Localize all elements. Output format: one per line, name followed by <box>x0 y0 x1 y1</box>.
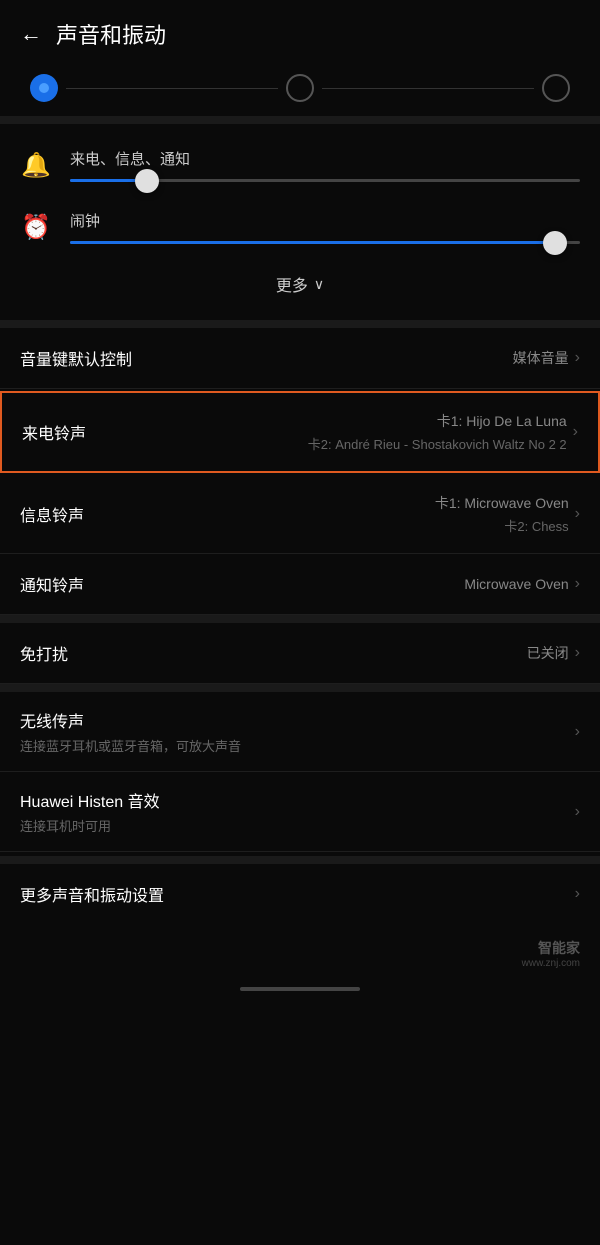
message-ringtone-value: 卡1: Microwave Oven 卡2: Chess <box>435 493 569 535</box>
dnd-section: 免打扰 已关闭 › <box>0 623 600 684</box>
volume-key-label: 音量键默认控制 <box>20 346 132 370</box>
chevron-right-icon-5: › <box>575 644 580 662</box>
histen-content: Huawei Histen 音效 连接耳机时可用 <box>20 788 575 835</box>
section-divider-4 <box>0 684 600 692</box>
tab-2[interactable] <box>286 74 314 102</box>
wireless-audio-content: 无线传声 连接蓝牙耳机或蓝牙音箱，可放大声音 <box>20 708 575 755</box>
volume-key-row[interactable]: 音量键默认控制 媒体音量 › <box>0 328 600 389</box>
more-settings-label: 更多声音和振动设置 <box>20 882 164 906</box>
more-row[interactable]: 更多 ∨ <box>0 258 600 314</box>
alarm-volume-label: 闹钟 <box>70 210 580 231</box>
section-divider-1 <box>0 116 600 124</box>
wireless-section: 无线传声 连接蓝牙耳机或蓝牙音箱，可放大声音 › Huawei Histen 音… <box>0 692 600 856</box>
ringtone-label: 来电铃声 <box>22 420 86 444</box>
dnd-row[interactable]: 免打扰 已关闭 › <box>0 623 600 684</box>
histen-title: Huawei Histen 音效 <box>20 788 575 812</box>
alarm-slider-thumb[interactable] <box>543 231 567 255</box>
chevron-right-icon-8: › <box>575 885 580 903</box>
tab-divider-2 <box>322 88 534 89</box>
watermark-logo-main: 智能家 <box>538 938 580 958</box>
chevron-right-icon-7: › <box>575 803 580 821</box>
home-indicator <box>0 979 600 997</box>
message-ringtone-right: 卡1: Microwave Oven 卡2: Chess › <box>84 493 580 535</box>
list-section: 音量键默认控制 媒体音量 › 来电铃声 卡1: Hijo De La Luna … <box>0 328 600 615</box>
tab-1[interactable] <box>30 74 58 102</box>
ringtone-row[interactable]: 来电铃声 卡1: Hijo De La Luna 卡2: André Rieu … <box>0 391 600 473</box>
section-divider-3 <box>0 615 600 623</box>
volume-section: 🔔 来电、信息、通知 ⏰ 闹钟 更多 ∨ <box>0 124 600 320</box>
ringtone-value: 卡1: Hijo De La Luna 卡2: André Rieu - Sho… <box>308 411 567 453</box>
wireless-audio-subtitle: 连接蓝牙耳机或蓝牙音箱，可放大声音 <box>20 736 575 755</box>
wireless-audio-row[interactable]: 无线传声 连接蓝牙耳机或蓝牙音箱，可放大声音 › <box>0 692 600 772</box>
section-divider-2 <box>0 320 600 328</box>
alarm-icon: ⏰ <box>20 213 52 242</box>
notification-ringtone-label: 通知铃声 <box>20 572 84 596</box>
chevron-right-icon-6: › <box>575 723 580 741</box>
ringtone-volume-content: 来电、信息、通知 <box>70 148 580 182</box>
message-ringtone-label: 信息铃声 <box>20 502 84 526</box>
histen-row[interactable]: Huawei Histen 音效 连接耳机时可用 › <box>0 772 600 852</box>
histen-subtitle: 连接耳机时可用 <box>20 816 575 835</box>
tab-row <box>0 60 600 116</box>
tab-divider-1 <box>66 88 278 89</box>
alarm-volume-row: ⏰ 闹钟 <box>0 196 600 258</box>
notification-ringtone-value: Microwave Oven <box>464 576 568 592</box>
page-title: 声音和振动 <box>56 18 166 50</box>
ringtone-slider-thumb[interactable] <box>135 169 159 193</box>
chevron-right-icon-1: › <box>575 349 580 367</box>
volume-key-right: 媒体音量 › <box>132 348 580 368</box>
chevron-down-icon: ∨ <box>314 276 324 293</box>
tab-1-dot-icon <box>38 82 50 94</box>
tab-3[interactable] <box>542 74 570 102</box>
ringtone-volume-row: 🔔 来电、信息、通知 <box>0 134 600 196</box>
chevron-right-icon-2: › <box>573 423 578 441</box>
alarm-slider-track[interactable] <box>70 241 580 244</box>
more-label: 更多 <box>276 272 308 296</box>
home-bar <box>240 987 360 991</box>
watermark-logo: 智能家 www.znj.com <box>522 938 580 969</box>
header: ← 声音和振动 <box>0 0 600 60</box>
chevron-right-icon-3: › <box>575 505 580 523</box>
section-divider-5 <box>0 856 600 864</box>
dnd-label: 免打扰 <box>20 641 68 665</box>
chevron-right-icon-4: › <box>575 575 580 593</box>
alarm-volume-content: 闹钟 <box>70 210 580 244</box>
ringtone-slider-track[interactable] <box>70 179 580 182</box>
bell-icon: 🔔 <box>20 151 52 180</box>
notification-ringtone-right: Microwave Oven › <box>84 575 580 593</box>
ringtone-right: 卡1: Hijo De La Luna 卡2: André Rieu - Sho… <box>86 411 578 453</box>
volume-key-value: 媒体音量 <box>513 348 569 368</box>
wireless-audio-title: 无线传声 <box>20 708 575 732</box>
dnd-right: 已关闭 › <box>68 643 580 663</box>
more-settings-row[interactable]: 更多声音和振动设置 › <box>0 864 600 924</box>
ringtone-volume-label: 来电、信息、通知 <box>70 148 580 169</box>
alarm-slider-fill <box>70 241 555 244</box>
message-ringtone-row[interactable]: 信息铃声 卡1: Microwave Oven 卡2: Chess › <box>0 475 600 554</box>
back-button[interactable]: ← <box>20 21 42 47</box>
watermark-area: 智能家 www.znj.com <box>0 924 600 979</box>
notification-ringtone-row[interactable]: 通知铃声 Microwave Oven › <box>0 554 600 615</box>
dnd-value: 已关闭 <box>527 643 569 663</box>
watermark-logo-sub: www.znj.com <box>522 958 580 969</box>
